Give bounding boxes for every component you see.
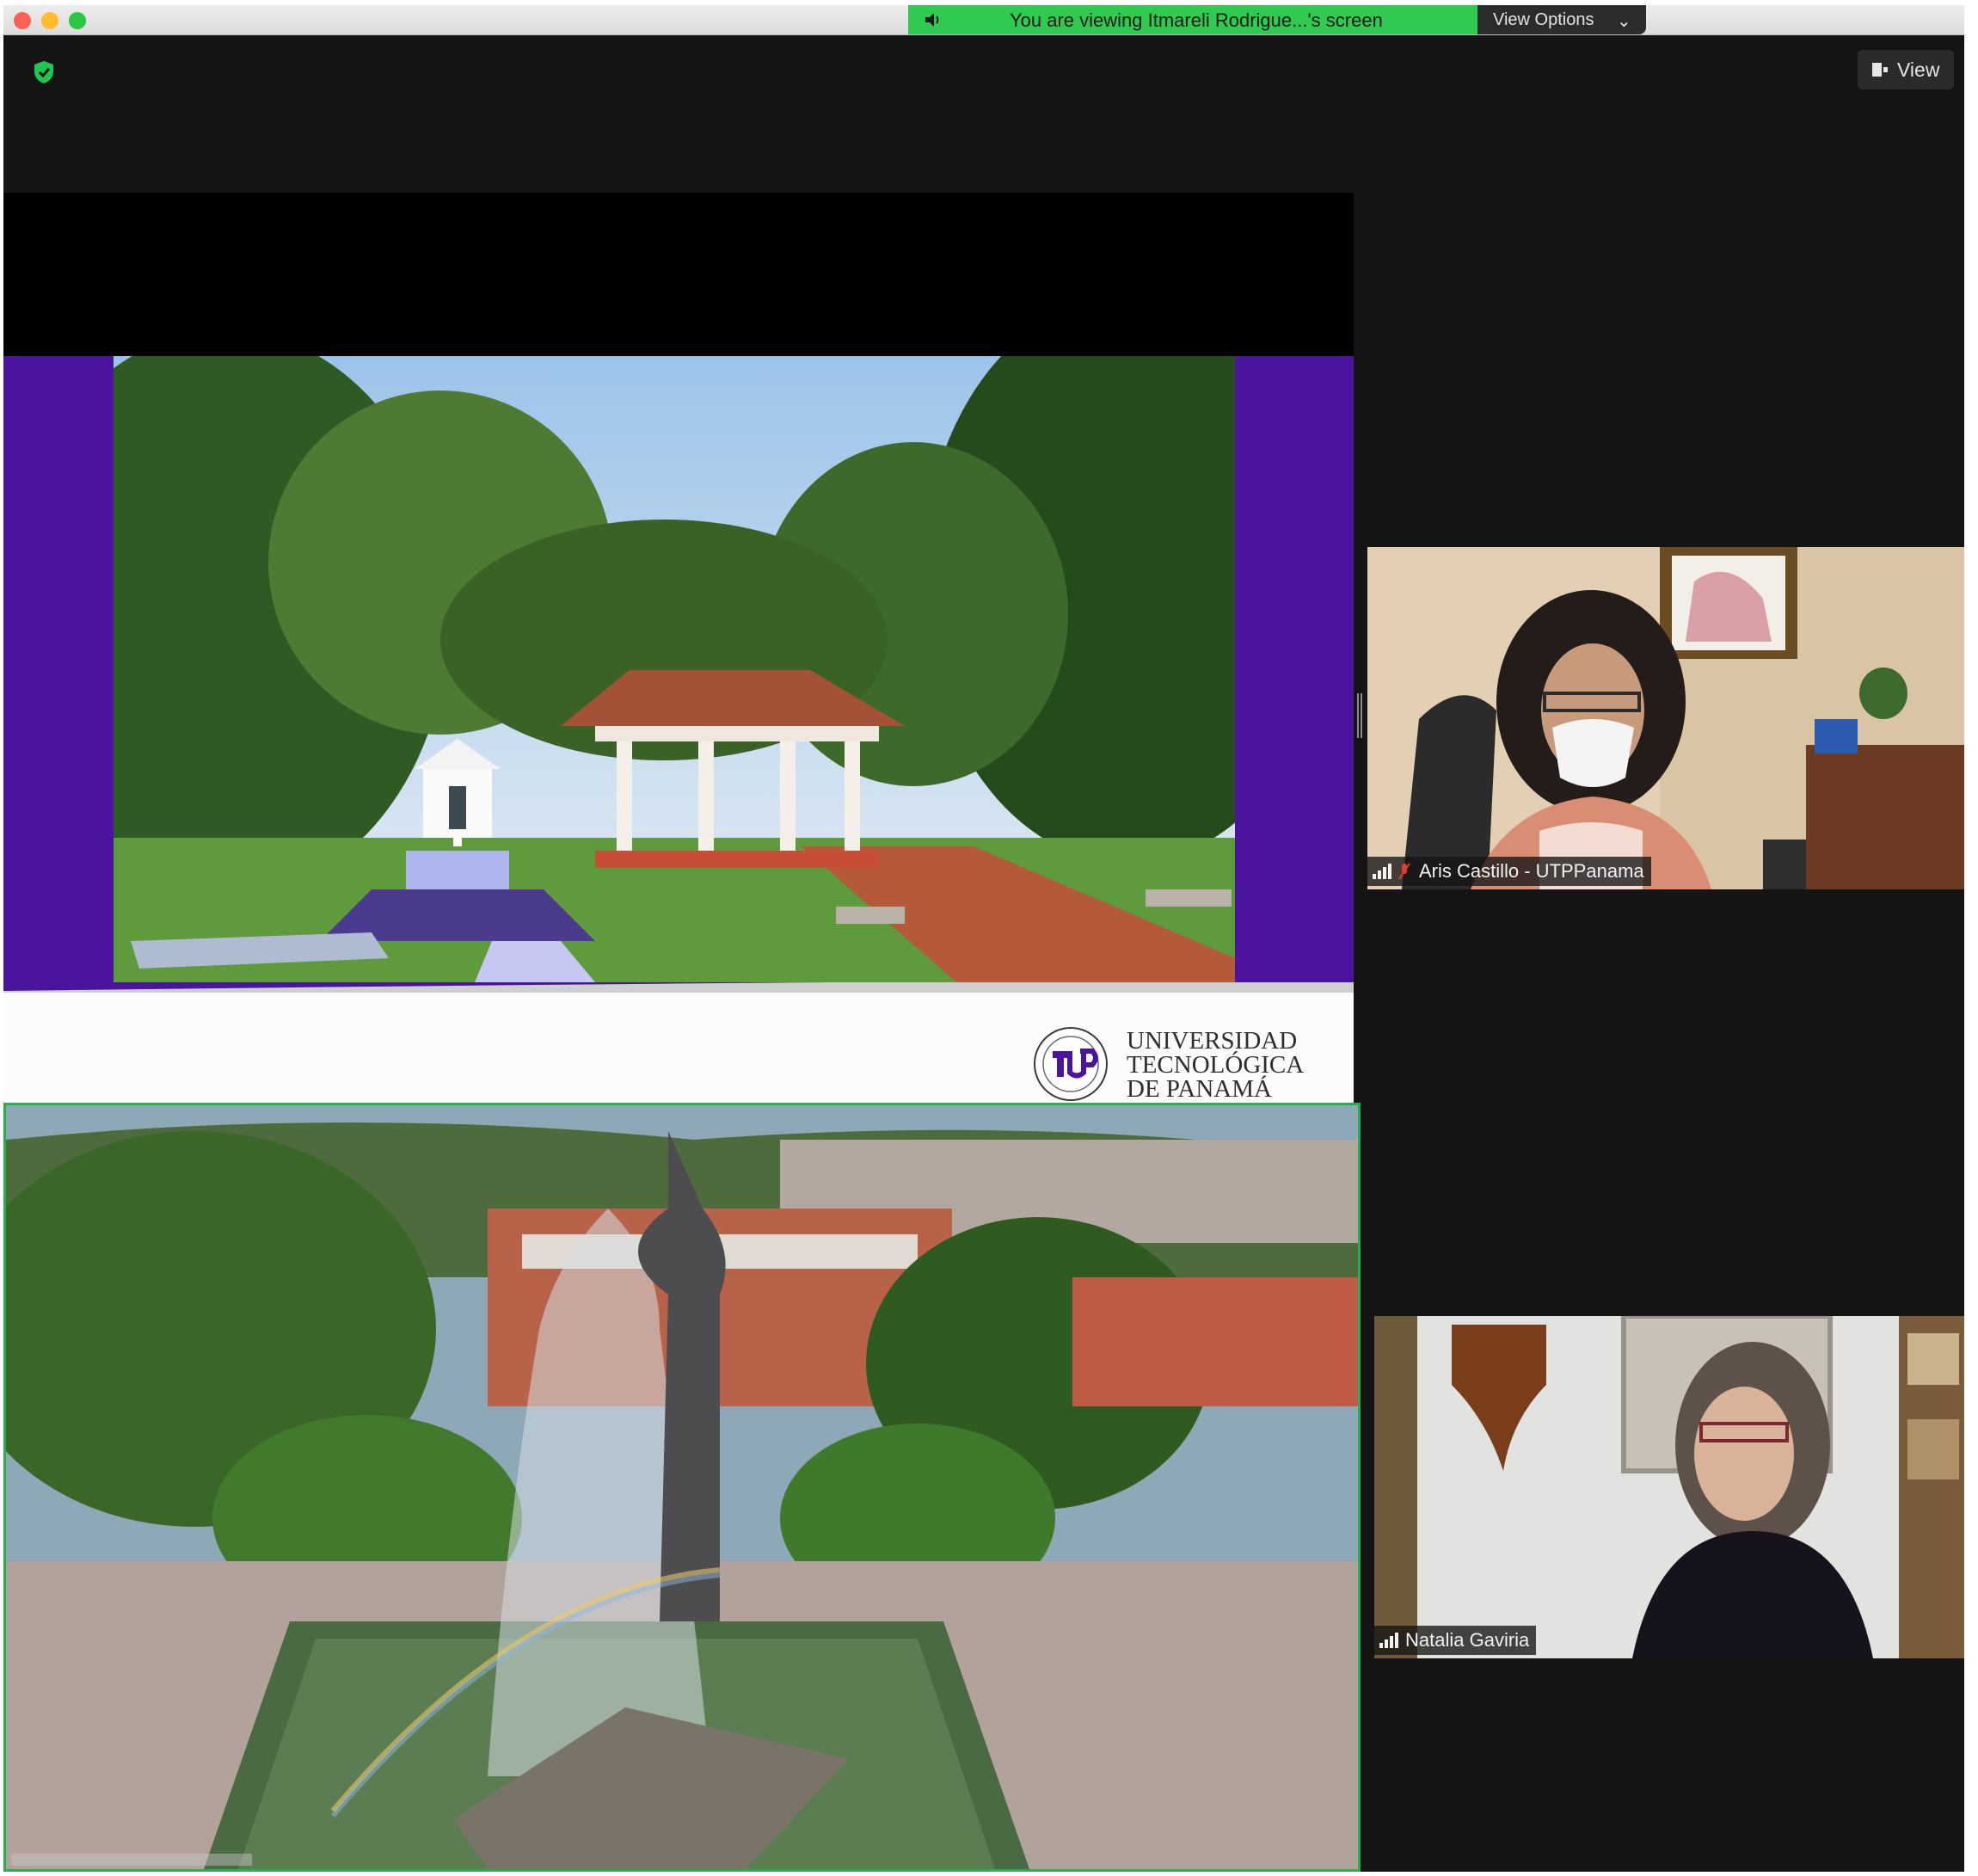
participant-video-natalia[interactable]: Natalia Gaviria: [1374, 1316, 1964, 1658]
participant-name: Natalia Gaviria: [1405, 1629, 1530, 1651]
participant-name-tag: Aris Castillo - UTPPanama: [1367, 857, 1651, 886]
screen-share-banner: You are viewing Itmareli Rodrigue...'s s…: [908, 5, 1477, 34]
zoom-window: You are viewing Itmareli Rodrigue...'s s…: [3, 5, 1964, 1872]
view-button[interactable]: View: [1858, 50, 1954, 89]
participant-video-aris[interactable]: Aris Castillo - UTPPanama: [1367, 547, 1964, 889]
utp-logo-icon: [1034, 1027, 1108, 1101]
participant-video-feed: [1374, 1316, 1964, 1658]
signal-strength-icon: [1373, 864, 1391, 879]
view-button-label: View: [1897, 58, 1940, 81]
view-options-label: View Options: [1493, 10, 1594, 29]
shield-check-icon[interactable]: [33, 60, 55, 84]
mic-muted-icon: [1398, 863, 1410, 880]
signal-strength-icon: [1379, 1633, 1398, 1648]
title-bar: You are viewing Itmareli Rodrigue...'s s…: [3, 5, 1964, 35]
chevron-down-icon: ⌄: [1617, 12, 1631, 31]
park-gazebo-photo: [114, 356, 1235, 982]
layout-icon: [1872, 63, 1888, 77]
utp-logo-line-1: UNIVERSIDAD: [1127, 1027, 1298, 1055]
slide-letterbox: [3, 193, 1354, 356]
campus-fountain-video[interactable]: [3, 1103, 1361, 1872]
minimize-window-button[interactable]: [41, 12, 58, 29]
campus-video-feed: [6, 1105, 1358, 1869]
utp-logo-line-2: TECNOLÓGICA: [1127, 1051, 1305, 1079]
screen-share-text: You are viewing Itmareli Rodrigue...'s s…: [1010, 9, 1383, 31]
video-overlay-strip: [11, 1854, 252, 1866]
utp-logo-line-3: DE PANAMÁ: [1127, 1075, 1272, 1103]
zoom-window-button[interactable]: [69, 12, 86, 29]
split-resize-handle[interactable]: [1357, 693, 1362, 738]
participant-name: Aris Castillo - UTPPanama: [1419, 860, 1644, 882]
participant-video-feed: [1367, 547, 1964, 889]
speaker-icon: [925, 13, 939, 27]
view-options-button[interactable]: View Options ⌄: [1477, 5, 1646, 34]
close-window-button[interactable]: [14, 12, 31, 29]
participant-name-tag: Natalia Gaviria: [1374, 1626, 1537, 1655]
shared-screen-slide: UNIVERSIDAD TECNOLÓGICA DE PANAMÁ: [3, 193, 1354, 1103]
utp-logo-text: UNIVERSIDAD TECNOLÓGICA DE PANAMÁ: [1127, 1027, 1350, 1103]
